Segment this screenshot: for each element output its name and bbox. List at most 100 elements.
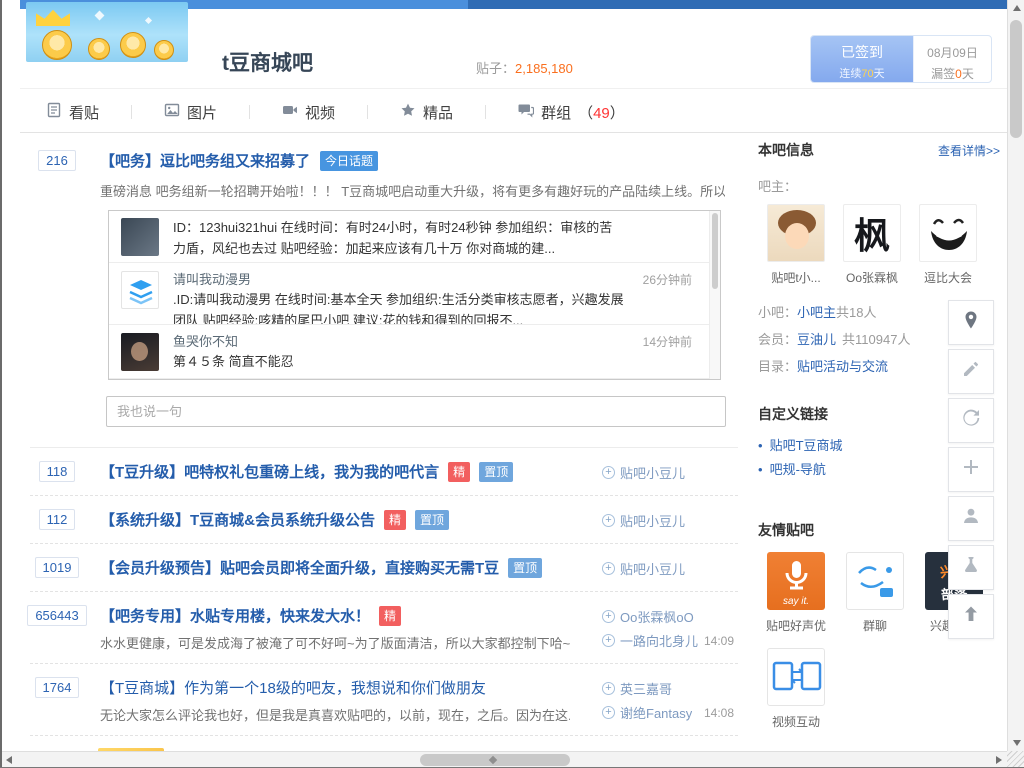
tab-separator <box>367 105 368 119</box>
tab-featured[interactable]: 精品 <box>394 102 459 123</box>
comment-item: 请叫我动漫男 26分钟前 .ID:请叫我动漫男 在线时间:基本全天 参加组织:生… <box>109 263 720 325</box>
resize-corner <box>1007 751 1024 768</box>
user-plus-icon <box>602 562 615 575</box>
sayit-bar-icon[interactable]: say it. <box>767 552 825 610</box>
thread-author-link[interactable]: 英三嘉哥 <box>620 679 672 698</box>
tab-images[interactable]: 图片 <box>158 102 223 123</box>
browser-window: t豆商城吧 贴子：2,185,180 已签到 连续70天 08月09日 漏签0天 <box>0 0 1024 768</box>
bullet-icon: • <box>758 438 763 453</box>
thread-title-link[interactable]: 【T豆商城】作为第一个18级的吧友，我想说和你们做朋友 <box>100 677 486 698</box>
panel-scrollbar[interactable] <box>709 211 720 379</box>
thread-title-link[interactable]: 【吧务专用】水贴专用楼，快来发大水！ <box>100 605 370 626</box>
scroll-right-arrow[interactable] <box>990 752 1007 768</box>
comment-text: 第４５条 简直不能忍 <box>173 352 692 371</box>
thread-title-link[interactable]: 【会员升级预告】贴吧会员即将全面升级，直接购买无需T豆 <box>100 557 499 578</box>
up-arrow-icon <box>1013 5 1021 11</box>
thread-author-link[interactable]: 贴吧小豆儿 <box>620 511 685 530</box>
owner-avatar[interactable]: 枫 <box>843 204 901 262</box>
forum-title: t豆商城吧 <box>222 47 313 77</box>
posts-count: 2,185,180 <box>515 61 573 76</box>
user-plus-icon <box>602 706 615 719</box>
bar-owner-item[interactable]: 贴吧t小... <box>758 204 834 286</box>
right-arrow-icon <box>996 756 1002 764</box>
tab-label: 视频 <box>305 102 335 123</box>
thread-author: 英三嘉哥 <box>602 679 672 698</box>
tab-separator <box>131 105 132 119</box>
friend-bar-item[interactable]: 视频互动 <box>758 648 834 730</box>
flask-icon <box>961 555 981 580</box>
toolbar-location-button[interactable] <box>948 300 994 345</box>
last-replier-link[interactable]: 一路向北身儿 <box>620 631 698 650</box>
reply-count: 656443 <box>27 605 86 626</box>
friend-bar-name: 贴吧好声优 <box>758 617 834 634</box>
members-link[interactable]: 豆油儿 <box>797 332 836 347</box>
thread-author-link[interactable]: 贴吧小豆儿 <box>620 559 685 578</box>
user-plus-icon <box>602 466 615 479</box>
video-bar-icon[interactable] <box>767 648 825 706</box>
reply-count: 118 <box>39 461 76 482</box>
commenter-name-link[interactable]: 鱼哭你不知 <box>173 331 238 350</box>
panel-scrollbar-thumb[interactable] <box>712 213 718 289</box>
doc-icon <box>46 102 62 122</box>
view-details-link[interactable]: 查看详情>> <box>938 142 1000 159</box>
toolbar-feedback-button[interactable] <box>948 545 994 590</box>
toolbar-refresh-button[interactable] <box>948 398 994 443</box>
featured-badge: 精 <box>384 510 406 530</box>
thread-title-link[interactable]: 【系统升级】T豆商城&会员系统升级公告 <box>100 509 375 530</box>
commenter-avatar[interactable] <box>121 218 159 256</box>
thread-author: 贴吧小豆儿 <box>602 511 685 530</box>
last-reply-time: 14:08 <box>704 706 734 720</box>
sayit-icon-text: say it. <box>767 596 825 607</box>
bar-owner-item[interactable]: 枫 Oo张霖枫 <box>834 204 910 286</box>
bar-owner-label: 吧主： <box>758 176 1000 195</box>
toolbar-user-button[interactable] <box>948 496 994 541</box>
quick-reply-input[interactable] <box>106 396 726 427</box>
group-chat-icon <box>518 102 534 122</box>
thread-title-link[interactable]: 【T豆升级】吧特权礼包重磅上线，我为我的吧代言 <box>100 461 439 482</box>
owner-avatar[interactable] <box>919 204 977 262</box>
last-replier-link[interactable]: 谢绝Fantasy <box>620 703 692 722</box>
owner-name: 逗比大会 <box>910 269 986 286</box>
thread-row: 1019 【会员升级预告】贴吧会员即将全面升级，直接购买无需T豆 置顶 贴吧小豆… <box>30 544 738 592</box>
thread-author-link[interactable]: Oo张霖枫oO <box>620 607 694 626</box>
tab-groups[interactable]: 群组 （49） <box>512 102 631 123</box>
bar-owners: 贴吧t小... 枫 Oo张霖枫 逗比大会 <box>758 204 1000 286</box>
friend-bar-item[interactable]: 群聊 <box>837 552 913 634</box>
scroll-down-arrow[interactable] <box>1008 735 1024 751</box>
comment-item: ID：123hui321hui 在线时间：有时24小时，有时24秒钟 参加组织：… <box>109 211 720 263</box>
friend-bar-item[interactable]: say it. 贴吧好声优 <box>758 552 834 634</box>
tab-videos[interactable]: 视频 <box>276 102 341 123</box>
directory-link[interactable]: 贴吧活动与交流 <box>797 359 888 374</box>
vertical-scrollbar[interactable] <box>1007 0 1024 751</box>
assistants-link[interactable]: 小吧主 <box>797 305 836 320</box>
vertical-scrollbar-thumb[interactable] <box>1010 20 1022 138</box>
toolbar-compose-button[interactable] <box>948 349 994 394</box>
tab-view-posts[interactable]: 看贴 <box>40 102 105 123</box>
tab-label: 群组 <box>541 102 571 123</box>
horizontal-scrollbar-thumb[interactable] <box>420 754 570 766</box>
forum-tabs: 看贴 图片 视频 精品 群组 （49） <box>20 92 1007 133</box>
toolbar-add-button[interactable] <box>948 447 994 492</box>
pinned-badge: 置顶 <box>479 462 513 482</box>
reply-count: 1019 <box>35 557 80 578</box>
scroll-up-arrow[interactable] <box>1008 0 1024 16</box>
thread-author-link[interactable]: 贴吧小豆儿 <box>620 463 685 482</box>
sparkle-icon <box>145 17 152 24</box>
commenter-name-link[interactable]: 请叫我动漫男 <box>173 269 251 288</box>
thread-list: 216 【吧务】逗比吧务组又来招募了 今日话题 重磅消息 吧务组新一轮招聘开始啦… <box>30 140 738 751</box>
owner-avatar[interactable] <box>767 204 825 262</box>
signed-in-button[interactable]: 已签到 连续70天 <box>811 36 913 82</box>
video-icon <box>282 102 298 122</box>
thread-title-link[interactable]: 【吧务】逗比吧务组又来招募了 <box>100 150 310 171</box>
toolbar-back-to-top-button[interactable] <box>948 594 994 639</box>
comment-time: 14分钟前 <box>643 333 692 350</box>
horizontal-scrollbar[interactable] <box>0 751 1007 768</box>
bar-owner-item[interactable]: 逗比大会 <box>910 204 986 286</box>
commenter-avatar[interactable] <box>121 333 159 371</box>
forum-avatar[interactable] <box>26 2 188 62</box>
custom-link[interactable]: 吧规-导航 <box>770 462 826 477</box>
custom-link[interactable]: 贴吧T豆商城 <box>770 438 843 453</box>
group-chat-bar-icon[interactable] <box>846 552 904 610</box>
scroll-left-arrow[interactable] <box>0 752 17 768</box>
commenter-avatar[interactable] <box>121 271 159 309</box>
